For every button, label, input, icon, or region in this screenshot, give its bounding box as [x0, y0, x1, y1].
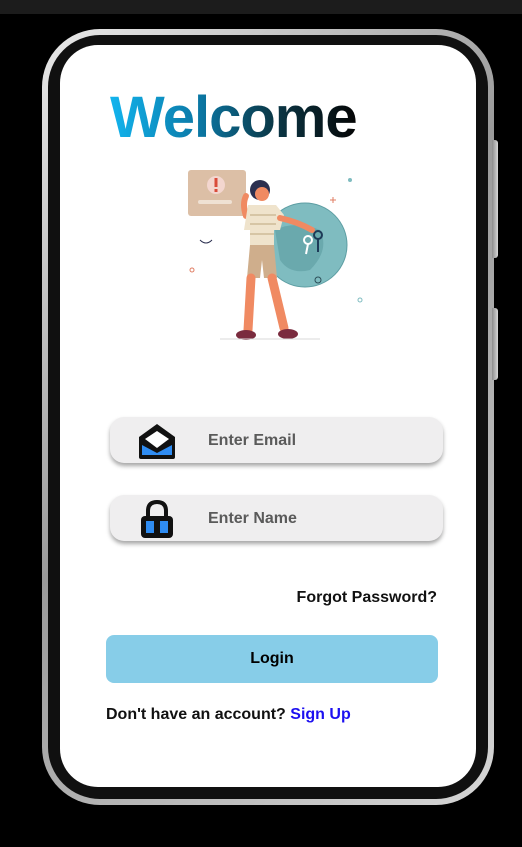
signup-prompt: Don't have an account?	[106, 706, 286, 723]
email-input[interactable]	[206, 417, 430, 465]
welcome-title: Welcome	[110, 85, 358, 150]
email-field-container	[110, 417, 443, 465]
name-input[interactable]	[206, 495, 430, 543]
lock-icon	[141, 499, 173, 538]
mail-icon	[139, 424, 175, 459]
side-button-top	[492, 140, 498, 258]
woman-with-keys-illustration	[188, 170, 363, 340]
signup-row: Don't have an account? Sign Up	[106, 706, 351, 724]
top-strip	[0, 0, 522, 14]
signup-link[interactable]: Sign Up	[290, 706, 350, 723]
forgot-password-link[interactable]: Forgot Password?	[297, 589, 437, 607]
phone-screen: Welcome Enter Email Enter Name Forgot Pa…	[60, 45, 476, 787]
login-button[interactable]: Login	[106, 635, 438, 683]
name-field-container	[110, 495, 443, 543]
side-button-bottom	[492, 308, 498, 380]
